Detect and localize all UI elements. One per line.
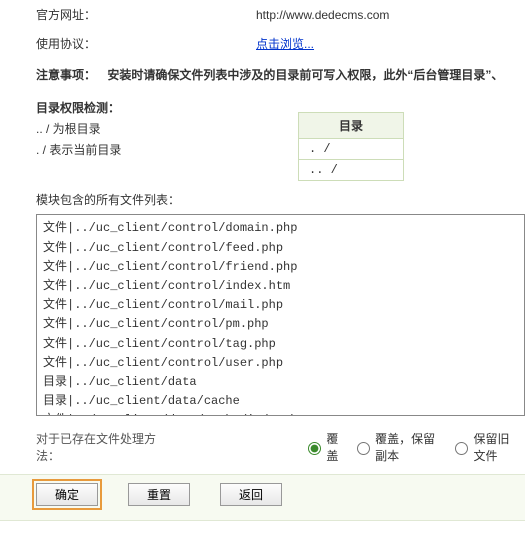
radio-keep-old-input[interactable] [455,442,468,455]
website-label: 官方网址： [36,6,256,23]
file-item: 文件|../uc_client/control/index.htm [43,277,518,296]
website-value: http://www.dedecms.com [256,8,389,22]
perm-line1: .. / 为根目录 [0,120,525,141]
file-item: 文件|../uc_client/control/user.php [43,354,518,373]
back-button[interactable]: 返回 [220,483,282,506]
agreement-label: 使用协议： [36,35,256,52]
file-item: 目录|../uc_client/data [43,373,518,392]
notice-label: 注意事项： [36,68,96,82]
file-item: 目录|../uc_client/data/cache [43,392,518,411]
filelist-label: 模块包含的所有文件列表： [0,181,525,214]
notice-text: 安装时请确保文件列表中涉及的目录前可写入权限，此外“后台管理目录”、 [107,68,503,82]
perm-line2: . / 表示当前目录 [0,141,525,162]
perm-title: 目录权限检测： [36,101,120,115]
filelist-box[interactable]: 文件|../uc_client/control/domain.php 文件|..… [36,214,525,416]
agreement-link[interactable]: 点击浏览... [256,35,314,52]
radio-group: 覆盖 覆盖，保留副本 保留旧文件 [303,430,525,464]
radio-overwrite-backup[interactable]: 覆盖，保留副本 [352,430,440,464]
dir-table-header: 目录 [299,113,404,139]
ok-button[interactable]: 确定 [36,483,98,506]
radio-overwrite-input[interactable] [308,442,321,455]
reset-button[interactable]: 重置 [128,483,190,506]
file-item: 文件|../uc_client/control/feed.php [43,239,518,258]
radio-keep-old[interactable]: 保留旧文件 [450,430,519,464]
file-item: 文件|../uc_client/control/mail.php [43,296,518,315]
dir-table: 目录 . / .. / [298,112,404,181]
radio-overwrite-backup-input[interactable] [357,442,370,455]
file-item: 文件|../uc_client/control/tag.php [43,335,518,354]
options-label: 对于已存在文件处理方法： [36,430,157,464]
radio-overwrite[interactable]: 覆盖 [303,430,342,464]
file-item: 文件|../uc_client/control/friend.php [43,258,518,277]
dir-row: . / [299,139,404,160]
file-item: 文件|../uc_client/control/domain.php [43,219,518,238]
file-item: 文件|../uc_client/control/pm.php [43,315,518,334]
dir-row: .. / [299,160,404,181]
